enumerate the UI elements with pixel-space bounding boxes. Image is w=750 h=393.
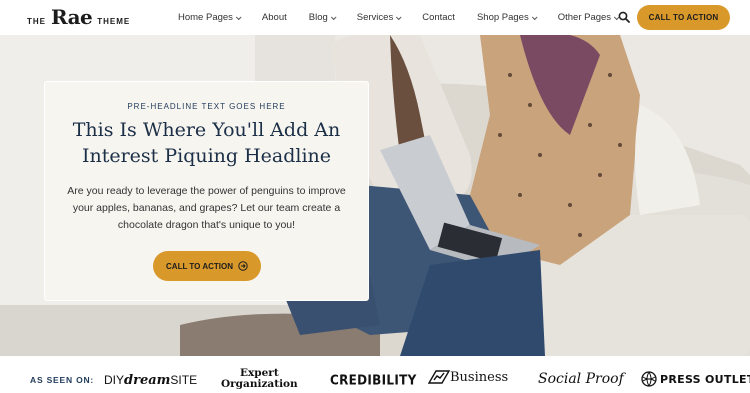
brand-logo-expert-organization: Expert Organization — [221, 368, 298, 390]
chevron-down-icon — [396, 13, 402, 20]
header-cta-button[interactable]: CALL TO ACTION — [637, 5, 730, 30]
chevron-down-icon — [531, 13, 538, 20]
brand-text: DIY — [104, 373, 125, 387]
hero-card: PRE-HEADLINE TEXT GOES HERE This Is Wher… — [44, 81, 369, 301]
nav-item-contact[interactable]: Contact — [422, 12, 455, 23]
nav-item-other-pages[interactable]: Other Pages — [557, 12, 620, 23]
pre-headline: PRE-HEADLINE TEXT GOES HERE — [127, 102, 286, 111]
logo-prefix: THE — [27, 17, 46, 26]
brand-logo-social-proof: Social Proof — [538, 371, 624, 387]
hero-body-text: Are you ready to leverage the power of p… — [67, 185, 346, 231]
arrow-circle-right-icon — [238, 261, 248, 271]
brand-text: dream — [124, 373, 171, 388]
globe-icon — [641, 371, 657, 387]
logo-name: Rae — [51, 5, 93, 29]
chart-badge-icon — [428, 370, 450, 384]
header-cta-label: CALL TO ACTION — [648, 13, 719, 22]
nav-label: About — [261, 12, 287, 23]
nav-item-blog[interactable]: Blog — [308, 12, 337, 23]
nav-item-about[interactable]: About — [262, 12, 287, 23]
site-logo[interactable]: THE Rae THEME — [27, 7, 130, 27]
chevron-down-icon — [235, 13, 242, 20]
nav-label: Contact — [422, 12, 455, 23]
site-header: THE Rae THEME Home Pages About Blog Serv… — [0, 0, 750, 35]
brand-logo-press-outlet: PRESS OUTLET — [641, 371, 750, 387]
nav-item-shop-pages[interactable]: Shop Pages — [476, 12, 538, 23]
hero-cta-label: CALL TO ACTION — [166, 261, 233, 271]
brand-text: Organization — [221, 378, 298, 390]
brand-logo-diy-dream-site: DIYdreamSITE — [104, 373, 197, 388]
nav-label: Other Pages — [557, 12, 612, 23]
brand-logo-credibility: CREDIBILITY — [330, 372, 417, 388]
as-seen-on-label: AS SEEN ON: — [30, 375, 95, 385]
nav-label: Shop Pages — [476, 12, 529, 23]
nav-label: Services — [356, 12, 394, 23]
brand-text: Business — [450, 369, 509, 385]
nav-label: Blog — [308, 12, 328, 23]
brand-text: SITE — [170, 373, 198, 387]
as-seen-on-bar: AS SEEN ON: DIYdreamSITE Expert Organiza… — [0, 356, 750, 393]
nav-item-home-pages[interactable]: Home Pages — [178, 12, 242, 23]
chevron-down-icon — [330, 13, 337, 20]
logo-suffix: THEME — [97, 17, 131, 26]
nav-item-services[interactable]: Services — [356, 12, 402, 23]
hero-section: PRE-HEADLINE TEXT GOES HERE This Is Wher… — [0, 35, 750, 356]
brand-logo-business: Business — [428, 369, 508, 385]
hero-headline: This Is Where You'll Add An Interest Piq… — [72, 119, 341, 167]
nav-label: Home Pages — [178, 12, 233, 23]
hero-cta-button[interactable]: CALL TO ACTION — [153, 251, 261, 281]
brand-text: PRESS OUTLET — [660, 372, 750, 386]
search-icon[interactable] — [618, 11, 630, 23]
main-nav: Home Pages About Blog Services Contact S… — [178, 0, 640, 35]
